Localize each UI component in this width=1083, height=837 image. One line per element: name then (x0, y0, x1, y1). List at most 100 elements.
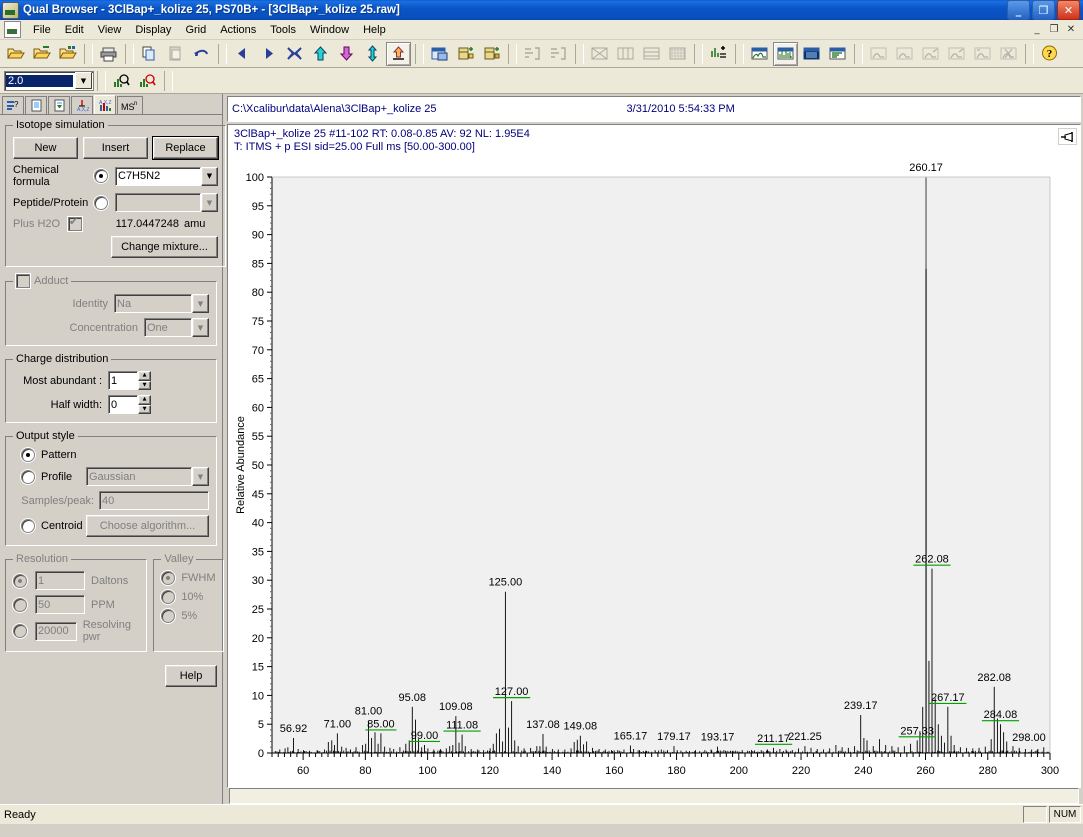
chemical-formula-input[interactable]: C7H5N2 (115, 166, 201, 186)
scan-header-view-icon[interactable] (799, 42, 824, 66)
shuffle-scan-icon[interactable] (282, 42, 307, 66)
help-icon[interactable]: ? (1037, 42, 1062, 66)
tab-instrument-setup[interactable]: ? (2, 96, 24, 114)
valley-fwhm-radio[interactable] (161, 571, 176, 585)
zoom-in-spectrum-icon[interactable] (109, 69, 134, 93)
maximize-button[interactable]: ❐ (1032, 0, 1055, 20)
menu-item-edit[interactable]: Edit (58, 22, 91, 38)
spectrum-view-icon[interactable] (773, 41, 798, 66)
peptide-protein-radio[interactable] (94, 195, 108, 210)
menu-item-help[interactable]: Help (356, 22, 393, 38)
menu-item-window[interactable]: Window (303, 22, 356, 38)
resolution-power-input[interactable]: 20000 (35, 621, 77, 641)
resolution-ppm-input[interactable]: 50 (35, 595, 85, 614)
menu-item-view[interactable]: View (91, 22, 129, 38)
peptide-protein-combobox[interactable]: ▼ (115, 193, 218, 212)
open-raw-file-icon[interactable] (3, 42, 28, 66)
most-abundant-spin-up[interactable]: ▲ (138, 371, 151, 381)
spectrum-chart-container[interactable]: 3ClBap+_kolize 25 #11-102 RT: 0.08-0.85 … (227, 124, 1081, 788)
profile-radio[interactable] (21, 469, 35, 484)
chromatogram-view-icon[interactable] (747, 42, 772, 66)
menu-item-display[interactable]: Display (128, 22, 178, 38)
menu-item-actions[interactable]: Actions (213, 22, 263, 38)
peak-integrate-icon (892, 42, 917, 66)
horizontal-scrollbar[interactable] (229, 788, 1079, 804)
choose-algorithm-button[interactable]: Choose algorithm... (86, 515, 209, 537)
next-scan-icon[interactable] (256, 42, 281, 66)
remove-cell-icon[interactable] (479, 42, 504, 66)
scan-filter-view-icon[interactable] (825, 42, 850, 66)
open-sequence-icon[interactable] (29, 42, 54, 66)
open-layout-icon[interactable] (55, 42, 80, 66)
half-width-spin-up[interactable]: ▲ (138, 395, 151, 405)
profile-value[interactable]: Gaussian (86, 467, 192, 486)
subtract-background-icon[interactable] (386, 41, 411, 66)
chevron-down-icon[interactable]: ▼ (201, 166, 218, 186)
mdi-minimize-button[interactable]: _ (1029, 23, 1045, 37)
identity-combobox[interactable]: Na ▼ (114, 294, 209, 313)
chevron-down-icon[interactable]: ▼ (75, 72, 92, 89)
library-search-icon[interactable] (706, 42, 731, 66)
valley-5-radio[interactable] (161, 609, 176, 623)
menu-item-tools[interactable]: Tools (263, 22, 303, 38)
identity-value[interactable]: Na (114, 294, 192, 313)
chevron-down-icon[interactable]: ▼ (201, 193, 218, 212)
menu-item-file[interactable]: File (26, 22, 58, 38)
peptide-protein-input[interactable] (115, 193, 201, 212)
change-mixture-button[interactable]: Change mixture... (111, 236, 218, 258)
resolution-daltons-radio[interactable] (13, 573, 27, 588)
most-abundant-spin-down[interactable]: ▼ (138, 380, 151, 390)
chemical-formula-radio[interactable] (94, 169, 108, 183)
resolution-power-radio[interactable] (13, 624, 27, 638)
zoom-reset-spectrum-icon[interactable] (135, 69, 160, 93)
spectrum-svg[interactable]: 0 5 10 15 20 25 30 35 40 45 50 55 60 65 70 75 80 85 90 95 10… (228, 161, 1066, 788)
scan-updown-icon[interactable] (360, 42, 385, 66)
replace-button[interactable]: Replace (153, 137, 218, 159)
tab-ms-data[interactable]: MS n (117, 96, 143, 114)
spectrum-plot[interactable]: 0 5 10 15 20 25 30 35 40 45 50 55 60 65 70 75 80 85 90 95 10… (228, 161, 1080, 787)
adduct-checkbox[interactable] (16, 274, 30, 288)
most-abundant-input[interactable]: 1 (108, 371, 138, 390)
help-button[interactable]: Help (165, 665, 217, 687)
most-abundant-stepper[interactable]: 1 ▲ ▼ (108, 371, 151, 390)
concentration-combobox[interactable]: One ▼ (144, 318, 209, 337)
zoom-factor-combobox[interactable]: 2.0 ▼ (4, 70, 94, 91)
add-cell-icon[interactable] (453, 42, 478, 66)
concentration-value[interactable]: One (144, 318, 192, 337)
tab-peak-list[interactable]: A,X,Z (71, 96, 93, 114)
display-window-icon[interactable] (427, 42, 452, 66)
previous-scan-icon[interactable] (230, 42, 255, 66)
pin-icon[interactable] (1058, 128, 1077, 145)
tab-isotope-simulation[interactable]: A,X,Z (94, 95, 116, 114)
chemical-formula-combobox[interactable]: C7H5N2 ▼ (115, 166, 218, 186)
valley-10-radio[interactable] (161, 590, 176, 604)
minimize-button[interactable]: _ (1007, 0, 1030, 20)
half-width-stepper[interactable]: 0 ▲ ▼ (108, 395, 151, 414)
resolution-ppm-radio[interactable] (13, 597, 27, 612)
close-button[interactable]: ✕ (1057, 0, 1080, 20)
insert-button[interactable]: Insert (83, 137, 148, 159)
svg-text:65: 65 (252, 374, 264, 386)
resolution-daltons-input[interactable]: 1 (35, 571, 85, 590)
mdi-close-button[interactable]: ✕ (1063, 23, 1079, 37)
tab-scan-header[interactable] (25, 96, 47, 114)
chevron-down-icon[interactable]: ▼ (192, 318, 209, 337)
mdi-restore-button[interactable]: ❐ (1046, 23, 1062, 37)
samples-per-peak-input[interactable]: 40 (99, 491, 209, 510)
menu-item-grid[interactable]: Grid (178, 22, 213, 38)
new-button[interactable]: New (13, 137, 78, 159)
print-icon[interactable] (96, 42, 121, 66)
tab-scan-filter[interactable] (48, 96, 70, 114)
profile-combobox[interactable]: Gaussian ▼ (86, 467, 209, 486)
chevron-down-icon[interactable]: ▼ (192, 294, 209, 313)
undo-icon[interactable] (189, 42, 214, 66)
copy-icon[interactable] (137, 42, 162, 66)
scan-up-icon[interactable] (308, 42, 333, 66)
half-width-input[interactable]: 0 (108, 395, 138, 414)
chevron-down-icon[interactable]: ▼ (192, 467, 209, 486)
centroid-radio[interactable] (21, 519, 35, 533)
half-width-spin-down[interactable]: ▼ (138, 404, 151, 414)
plus-h2o-checkbox[interactable] (68, 215, 82, 231)
scan-down-icon[interactable] (334, 42, 359, 66)
pattern-radio[interactable] (21, 448, 35, 462)
